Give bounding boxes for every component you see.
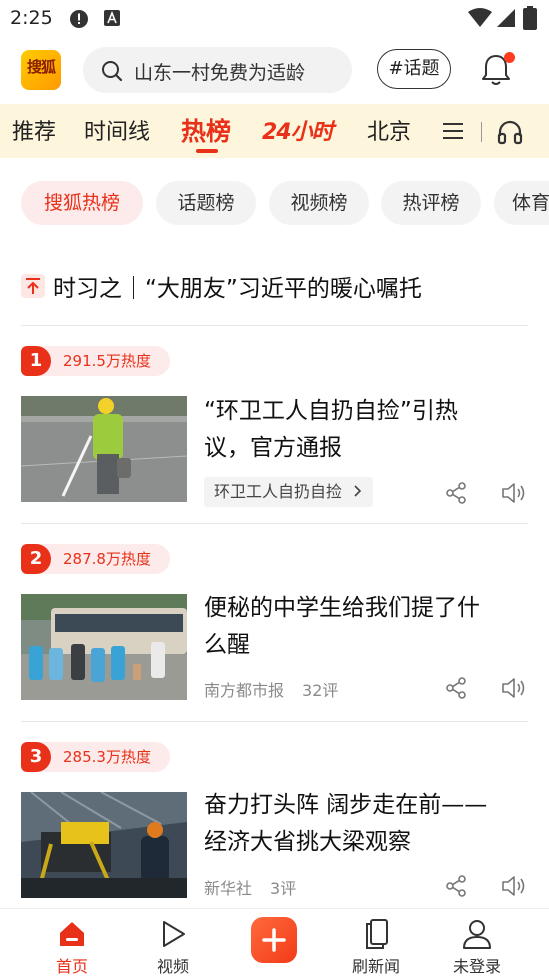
channel-beijing[interactable]: 北京 <box>367 114 411 146</box>
bottom-nav: 首页 视频 刷新闻 未登录 <box>0 908 549 978</box>
heat-value: 287.8万热度 <box>63 550 151 568</box>
headphones-icon[interactable] <box>496 118 524 146</box>
channel-bar: 推荐 时间线 热榜 24小时 北京 <box>0 104 549 158</box>
channel-recommend[interactable]: 推荐 <box>12 114 56 146</box>
channel-hot-list[interactable]: 热榜 <box>181 112 231 148</box>
signal-icon <box>497 9 515 27</box>
news-source: 新华社 <box>204 879 253 898</box>
comment-count[interactable]: 32评 <box>302 681 338 700</box>
wifi-icon <box>468 8 492 27</box>
divider <box>21 325 528 326</box>
pinned-title: 时习之｜“大朋友”习近平的暖心嘱托 <box>53 276 422 302</box>
play-icon <box>163 921 185 947</box>
tab-topic[interactable]: 话题榜 <box>156 181 256 225</box>
logo-text: 搜狐 <box>26 58 56 76</box>
nav-label: 未登录 <box>452 957 501 976</box>
news-title[interactable]: 便秘的中学生给我们提了什 么醒 <box>204 590 524 664</box>
nav-video[interactable]: 视频 <box>133 909 213 978</box>
news-title-line: 便秘的中学生给我们提了什 <box>204 595 480 621</box>
speaker-icon[interactable] <box>500 873 526 899</box>
comment-count[interactable]: 3评 <box>270 879 296 898</box>
rank-badge: 3 285.3万热度 <box>21 742 170 772</box>
menu-icon[interactable] <box>442 121 464 141</box>
app-header: 搜狐 山东一村免费为适龄 #话题 <box>0 38 549 104</box>
share-icon[interactable] <box>444 676 468 700</box>
pin-top-icon <box>21 274 45 298</box>
news-meta: 新华社 3评 <box>204 875 296 899</box>
nav-label: 首页 <box>55 957 88 976</box>
battery-icon <box>523 6 537 30</box>
news-title-line: 奋力打头阵 阔步走在前—— <box>204 792 488 818</box>
heat-value: 285.3万热度 <box>63 748 151 766</box>
news-title[interactable]: 奋力打头阵 阔步走在前—— 经济大省挑大梁观察 <box>204 787 524 861</box>
chevron-right-icon <box>354 485 362 497</box>
news-thumbnail[interactable] <box>21 792 187 898</box>
rank-badge: 1 291.5万热度 <box>21 346 170 376</box>
news-meta: 南方都市报 32评 <box>204 677 338 701</box>
channel-timeline[interactable]: 时间线 <box>84 114 150 146</box>
rank-number: 2 <box>21 544 51 574</box>
ranking-tabs: 搜狐热榜 话题榜 视频榜 热评榜 体育 <box>0 181 549 225</box>
tab-sports[interactable]: 体育 <box>494 181 549 225</box>
search-box[interactable]: 山东一村免费为适龄 <box>83 47 352 93</box>
nav-home[interactable]: 首页 <box>32 909 112 978</box>
search-icon <box>102 61 123 82</box>
sohu-logo[interactable]: 搜狐 <box>21 50 61 90</box>
publish-button[interactable] <box>251 917 297 963</box>
nav-account[interactable]: 未登录 <box>437 909 517 978</box>
channel-separator <box>481 122 482 142</box>
topic-tag-label: 环卫工人自扔自捡 <box>214 482 343 501</box>
tab-video[interactable]: 视频榜 <box>269 181 369 225</box>
search-placeholder: 山东一村免费为适龄 <box>134 62 306 84</box>
share-icon[interactable] <box>444 874 468 898</box>
news-thumbnail[interactable] <box>21 396 187 502</box>
notification-badge <box>504 52 515 63</box>
nav-label: 视频 <box>156 957 189 976</box>
news-title[interactable]: “环卫工人自扔自捡”引热 议，官方通报 <box>204 393 524 467</box>
channel-24h[interactable]: 24小时 <box>262 114 334 146</box>
home-icon <box>60 922 84 946</box>
tab-hot-comments[interactable]: 热评榜 <box>381 181 481 225</box>
speaker-icon[interactable] <box>500 675 526 701</box>
rank-badge: 2 287.8万热度 <box>21 544 170 574</box>
pinned-headline[interactable]: 时习之｜“大朋友”习近平的暖心嘱托 <box>21 268 531 304</box>
nav-refresh-news[interactable]: 刷新闻 <box>336 909 416 978</box>
news-thumbnail[interactable] <box>21 594 187 700</box>
news-title-line: 经济大省挑大梁观察 <box>204 829 411 855</box>
font-icon <box>104 10 120 26</box>
nav-label: 刷新闻 <box>351 957 400 976</box>
status-time: 2:25 <box>10 7 53 29</box>
speaker-icon[interactable] <box>500 480 526 506</box>
user-icon <box>463 920 491 949</box>
topic-tag[interactable]: 环卫工人自扔自捡 <box>204 477 374 507</box>
rank-number: 3 <box>21 742 51 772</box>
topic-button[interactable]: #话题 <box>377 49 451 89</box>
share-icon[interactable] <box>444 481 468 505</box>
news-source: 南方都市报 <box>204 681 285 700</box>
cards-icon <box>366 919 388 949</box>
heat-value: 291.5万热度 <box>63 352 151 370</box>
rank-number: 1 <box>21 346 51 376</box>
divider <box>21 721 528 722</box>
plus-icon <box>262 928 286 952</box>
alert-icon <box>70 10 88 28</box>
news-title-line: 么醒 <box>204 632 250 658</box>
active-channel-indicator <box>196 149 218 153</box>
divider <box>21 523 528 524</box>
news-title-line: “环卫工人自扔自捡”引热 <box>204 398 458 424</box>
news-title-line: 议，官方通报 <box>204 435 342 461</box>
status-bar: 2:25 <box>0 0 549 38</box>
tab-sohu-hot[interactable]: 搜狐热榜 <box>21 181 143 225</box>
